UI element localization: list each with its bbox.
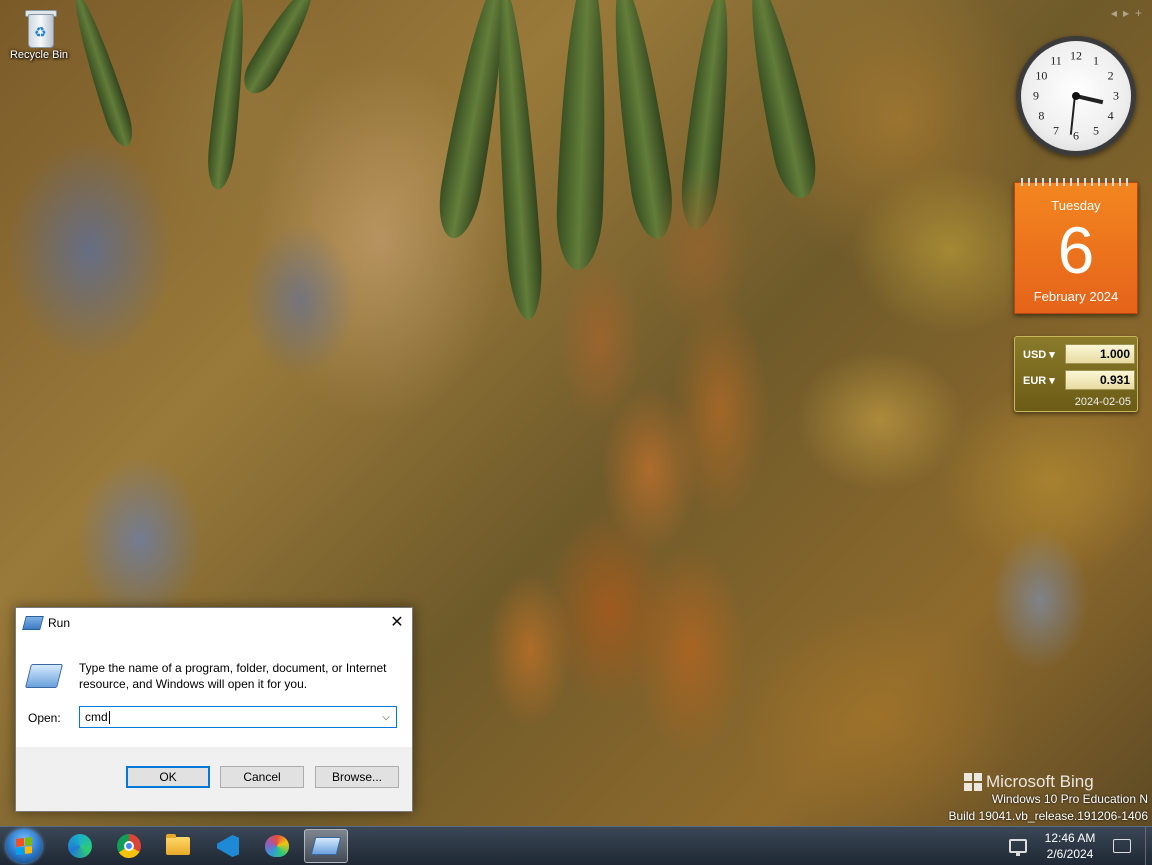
taskbar-app-file-explorer[interactable] — [156, 829, 200, 863]
tray-time: 12:46 AM — [1044, 831, 1096, 845]
clock-number: 1 — [1093, 53, 1099, 68]
currency-value[interactable]: 0.931 — [1065, 370, 1135, 390]
open-input-value: cmd — [85, 709, 108, 724]
calendar-gadget[interactable]: Tuesday 6 February 2024 — [1014, 178, 1138, 314]
bing-text: Microsoft Bing — [986, 772, 1094, 791]
clock-number: 10 — [1035, 68, 1048, 83]
calendar-month-year: February 2024 — [1033, 289, 1119, 304]
open-label: Open: — [28, 711, 61, 725]
clock-gadget[interactable]: 12 1 2 3 4 5 6 7 8 9 10 11 — [1016, 36, 1136, 156]
run-dialog-title: Run — [48, 616, 71, 630]
run-dialog: Run ✕ Type the name of a program, folder… — [15, 607, 413, 812]
run-dialog-titlebar[interactable]: Run ✕ — [16, 608, 412, 638]
run-dialog-footer: OK Cancel Browse... — [16, 747, 412, 811]
start-button[interactable] — [6, 829, 42, 863]
ok-button[interactable]: OK — [126, 766, 210, 788]
bing-watermark: Microsoft Bing — [964, 772, 1094, 792]
notification-icon[interactable] — [1113, 839, 1131, 853]
run-dialog-body: Type the name of a program, folder, docu… — [16, 638, 412, 748]
browse-button[interactable]: Browse... — [315, 766, 399, 788]
taskbar-app-vscode[interactable] — [206, 829, 250, 863]
run-description: Type the name of a program, folder, docu… — [79, 661, 387, 691]
chevron-down-icon[interactable]: ⌵ — [376, 712, 396, 723]
taskbar-app-run[interactable] — [304, 829, 348, 863]
chrome-icon — [117, 834, 141, 858]
show-desktop-button[interactable] — [1145, 827, 1152, 865]
taskbar-app-paint[interactable] — [255, 829, 299, 863]
desktop-icon-label: Recycle Bin — [9, 49, 69, 61]
currency-gadget[interactable]: USD ▾ 1.000 EUR ▾ 0.931 2024-02-05 — [1014, 336, 1138, 412]
clock-number: 8 — [1038, 108, 1045, 123]
clock-number: 4 — [1107, 108, 1114, 123]
bing-logo-icon — [964, 773, 982, 791]
currency-date: 2024-02-05 — [1074, 396, 1131, 408]
folder-icon — [166, 834, 190, 855]
system-tray: 12:46 AM 2/6/2024 — [1009, 827, 1152, 865]
os-build: Build 19041.vb_release.191206-1406 — [948, 809, 1149, 823]
os-edition: Windows 10 Pro Education N — [991, 792, 1148, 806]
clock-number: 5 — [1093, 123, 1099, 138]
run-large-icon — [25, 664, 63, 688]
clock-number: 9 — [1033, 88, 1039, 103]
run-icon — [310, 837, 342, 855]
desktop-icon-recycle-bin[interactable]: ♻ Recycle Bin — [4, 8, 74, 61]
clock-number: 7 — [1053, 123, 1059, 138]
clock-center — [1072, 92, 1080, 100]
clock-number: 12 — [1070, 48, 1082, 63]
network-icon[interactable] — [1009, 839, 1027, 856]
clock-number: 2 — [1107, 68, 1114, 83]
clock-number: 3 — [1113, 88, 1119, 103]
open-input[interactable]: cmd — [80, 709, 376, 725]
close-button[interactable]: ✕ — [382, 608, 412, 638]
edge-icon — [68, 834, 92, 858]
gadget-add-icon[interactable]: + — [1135, 6, 1142, 20]
gadget-toolbar: ◂ ▸ + — [1111, 6, 1142, 20]
clock-number: 6 — [1073, 128, 1079, 143]
currency-code-select[interactable]: EUR ▾ — [1023, 374, 1065, 387]
vscode-icon — [217, 835, 239, 857]
cancel-button[interactable]: Cancel — [220, 766, 304, 788]
tray-date: 2/6/2024 — [1046, 847, 1094, 861]
currency-row: EUR ▾ 0.931 — [1023, 370, 1135, 390]
run-icon — [22, 616, 44, 630]
clock-number: 11 — [1050, 53, 1062, 68]
tray-clock[interactable]: 12:46 AM 2/6/2024 — [1037, 830, 1103, 862]
currency-code-select[interactable]: USD ▾ — [1023, 348, 1065, 361]
open-combobox[interactable]: cmd ⌵ — [79, 706, 397, 728]
calendar-day: 6 — [1057, 213, 1095, 287]
taskbar-app-edge[interactable] — [58, 829, 102, 863]
recycle-bin-icon: ♻ — [22, 8, 57, 48]
taskbar: 12:46 AM 2/6/2024 — [0, 826, 1152, 865]
currency-row: USD ▾ 1.000 — [1023, 344, 1135, 364]
windows-version-watermark: Windows 10 Pro Education N Build 19041.v… — [949, 791, 1149, 825]
gadget-prev-icon[interactable]: ◂ — [1111, 6, 1117, 20]
taskbar-app-chrome[interactable] — [107, 829, 151, 863]
calendar-day-of-week: Tuesday — [1051, 198, 1101, 213]
paint-icon — [265, 835, 289, 857]
gadget-next-icon[interactable]: ▸ — [1123, 6, 1129, 20]
windows-logo-icon — [16, 837, 32, 855]
currency-value[interactable]: 1.000 — [1065, 344, 1135, 364]
